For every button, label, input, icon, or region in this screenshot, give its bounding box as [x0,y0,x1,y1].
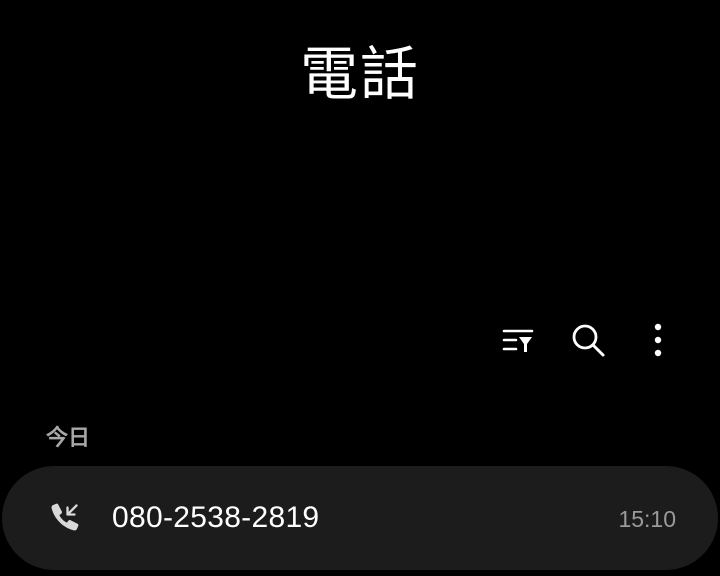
call-number: 080-2538-2819 [112,501,320,534]
app-title: 電話 [299,40,420,108]
search-button[interactable] [566,318,610,362]
more-options-button[interactable] [636,318,680,362]
more-vertical-icon [654,323,662,357]
filter-list-icon [502,329,534,352]
section-header-today: 今日 [46,426,91,451]
incoming-call-icon [51,503,79,531]
call-time: 15:10 [618,506,676,532]
search-icon [572,324,605,357]
filter-button[interactable] [496,318,540,362]
toolbar [496,318,680,362]
call-log-item[interactable]: 080-2538-2819 15:10 [2,466,718,570]
